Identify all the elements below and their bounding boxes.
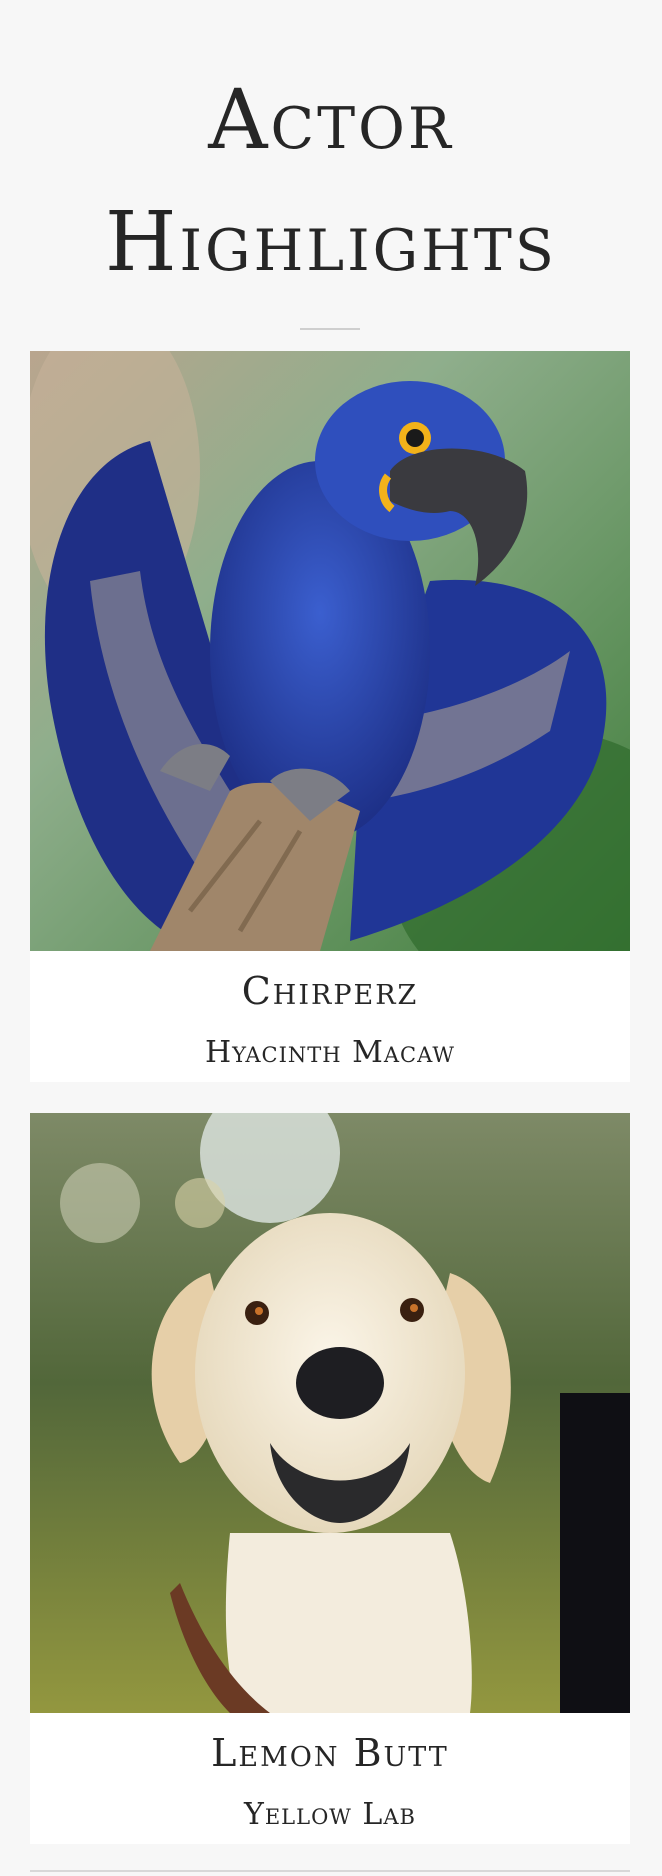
actor-name: Chirperz	[241, 969, 419, 1013]
labrador-photo-icon	[30, 1113, 630, 1713]
actor-card[interactable]: Lemon Butt Yellow Lab	[30, 1113, 630, 1844]
section-bottom-divider	[30, 1870, 630, 1872]
actor-name: Lemon Butt	[211, 1731, 449, 1775]
title-divider	[300, 328, 360, 330]
page-title-line-2: Highlights	[105, 195, 557, 290]
macaw-photo-icon	[30, 351, 630, 951]
actor-species: Hyacinth Macaw	[204, 1035, 455, 1070]
page-title: Actor Highlights	[0, 60, 662, 304]
actor-species: Yellow Lab	[244, 1797, 416, 1832]
actor-photo-macaw[interactable]	[30, 351, 630, 951]
actor-photo-labrador[interactable]	[30, 1113, 630, 1713]
actor-card[interactable]: Chirperz Hyacinth Macaw	[30, 351, 630, 1082]
actor-highlights-page: Actor Highlights Chirperz Hyacinth Macaw…	[0, 0, 662, 1876]
page-title-line-1: Actor	[208, 73, 454, 168]
